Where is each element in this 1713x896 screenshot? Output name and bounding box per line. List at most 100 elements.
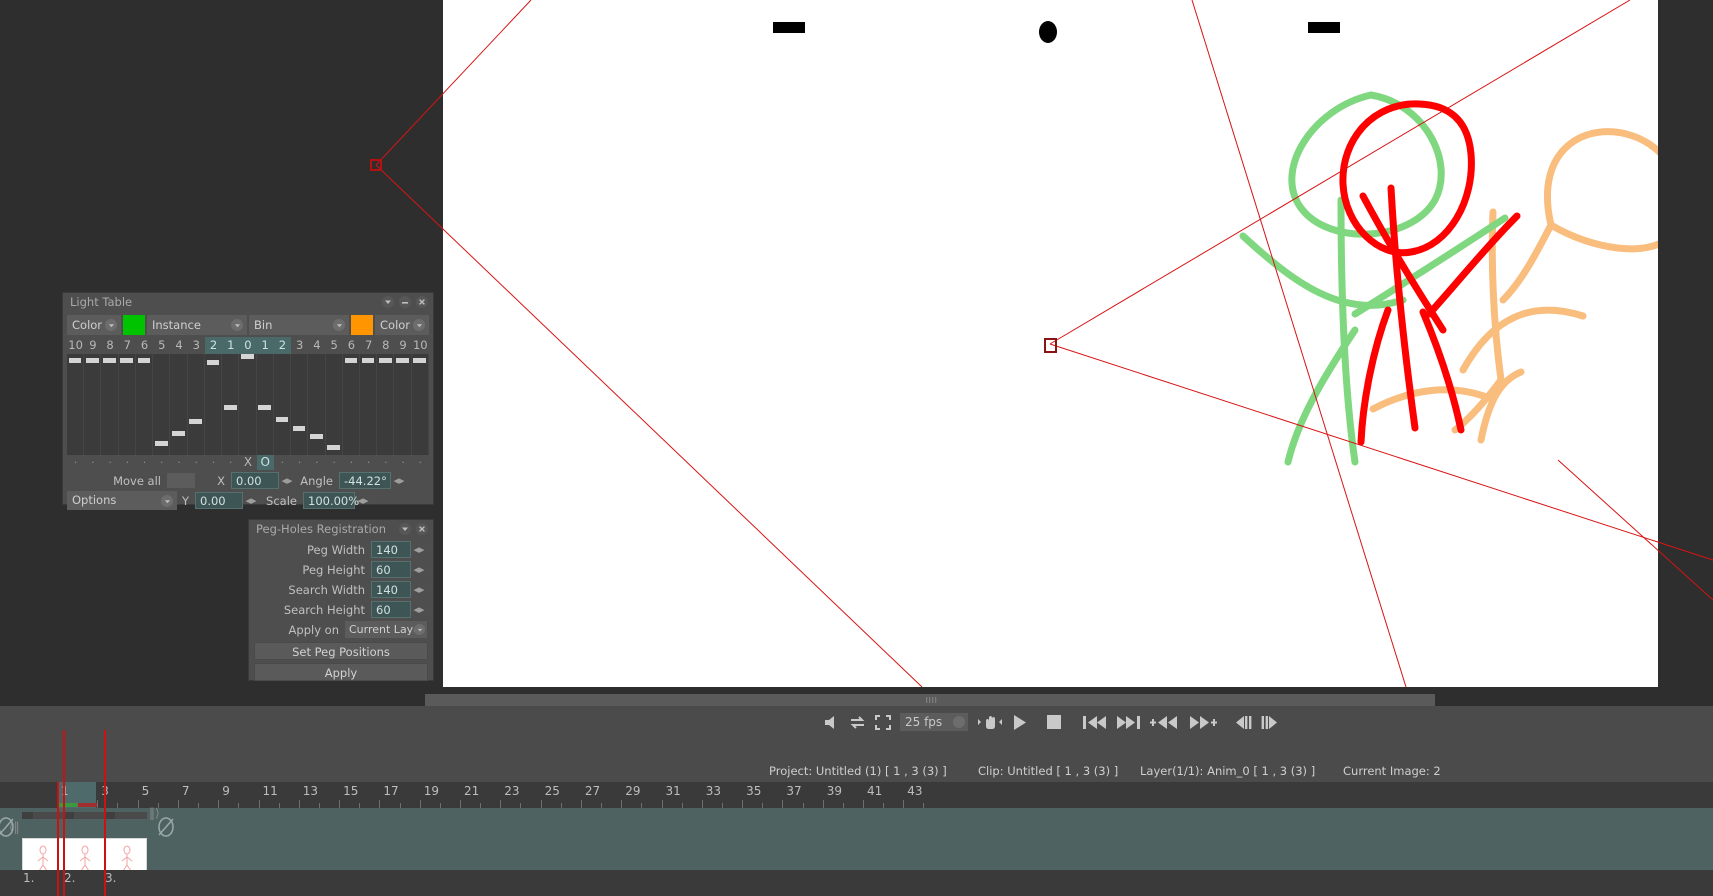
light-table-offset-6[interactable]: 4: [170, 337, 187, 354]
color-swatch-orange[interactable]: [351, 315, 373, 335]
light-table-dot-8[interactable]: ·: [205, 455, 222, 470]
light-table-dot-12[interactable]: ·: [274, 455, 291, 470]
light-table-slider-10[interactable]: [239, 354, 256, 455]
light-table-dot-1[interactable]: ·: [84, 455, 101, 470]
light-table-dot-15[interactable]: ·: [326, 455, 343, 470]
slider-handle[interactable]: [327, 444, 340, 450]
light-table-slider-6[interactable]: [170, 354, 187, 455]
fast-forward-plus-icon[interactable]: [1188, 715, 1218, 730]
light-table-offset-8[interactable]: 2: [204, 337, 223, 354]
timeline-panel[interactable]: 135791113151719212325272931333537394143 …: [0, 730, 1713, 896]
chevron-down-icon[interactable]: [161, 495, 173, 507]
light-table-slider-3[interactable]: [118, 354, 135, 455]
light-table-slider-5[interactable]: [153, 354, 170, 455]
peg-row-field[interactable]: 140: [371, 541, 411, 558]
light-table-slider-17[interactable]: [359, 354, 377, 455]
slider-handle[interactable]: [258, 404, 272, 410]
move-all-checkbox[interactable]: [167, 473, 195, 488]
scrollbar-grip-icon[interactable]: [925, 697, 939, 703]
light-table-offset-0[interactable]: 10: [67, 337, 84, 354]
light-table-offset-10[interactable]: 0: [239, 337, 257, 354]
light-table-offset-17[interactable]: 7: [360, 337, 377, 354]
playhead-frame-3[interactable]: [104, 730, 106, 896]
null-layer-icon[interactable]: [0, 816, 16, 838]
bin-dropdown[interactable]: Bin: [249, 315, 349, 335]
light-table-offset-15[interactable]: 5: [326, 337, 343, 354]
slider-handle[interactable]: [344, 358, 358, 364]
light-table-offset-20[interactable]: 10: [412, 337, 429, 354]
layer-strip-top-bar[interactable]: [22, 812, 147, 819]
skip-to-end-icon[interactable]: [1116, 715, 1140, 730]
set-peg-positions-button[interactable]: Set Peg Positions: [254, 642, 428, 660]
light-table-slider-7[interactable]: [187, 354, 204, 455]
peg-row-field[interactable]: 140: [371, 581, 411, 598]
angle-field[interactable]: -44.22°: [339, 472, 391, 489]
peg-row-field[interactable]: 60: [371, 601, 411, 618]
light-table-axis-X[interactable]: X: [239, 455, 256, 470]
light-table-offset-7[interactable]: 3: [188, 337, 205, 354]
light-table-offset-4[interactable]: 6: [136, 337, 153, 354]
light-table-offset-5[interactable]: 5: [153, 337, 170, 354]
light-table-offset-12[interactable]: 2: [273, 337, 292, 354]
light-table-dot-18[interactable]: ·: [377, 455, 394, 470]
color-swatch-green[interactable]: [123, 315, 145, 335]
light-table-dot-14[interactable]: ·: [308, 455, 325, 470]
skip-to-start-icon[interactable]: [1083, 715, 1107, 730]
light-table-offset-1[interactable]: 9: [84, 337, 101, 354]
slider-handle[interactable]: [154, 440, 168, 446]
light-table-offset-11[interactable]: 1: [256, 337, 274, 354]
peg-row-field[interactable]: 60: [371, 561, 411, 578]
light-table-dot-17[interactable]: ·: [360, 455, 377, 470]
slider-handle[interactable]: [120, 358, 134, 364]
slider-handle[interactable]: [86, 358, 99, 364]
peg-stepper-icon[interactable]: ◂▸: [411, 563, 427, 576]
slider-handle[interactable]: [172, 430, 185, 436]
light-table-slider-0[interactable]: [67, 354, 84, 455]
slider-handle[interactable]: [379, 358, 392, 364]
apply-on-dropdown[interactable]: Current Layer: [345, 621, 427, 638]
close-icon[interactable]: [416, 523, 428, 535]
light-table-offset-3[interactable]: 7: [119, 337, 136, 354]
light-table-dot-0[interactable]: ·: [67, 455, 84, 470]
chevron-down-icon[interactable]: [231, 319, 243, 331]
peg-stepper-icon[interactable]: ◂▸: [411, 543, 427, 556]
light-table-slider-11[interactable]: [256, 354, 273, 455]
light-table-offset-19[interactable]: 9: [394, 337, 411, 354]
color-dropdown-left[interactable]: Color: [67, 315, 121, 335]
light-table-dot-9[interactable]: ·: [222, 455, 239, 470]
light-table-slider-14[interactable]: [308, 354, 325, 455]
minimize-icon[interactable]: [399, 296, 411, 308]
close-icon[interactable]: [416, 296, 428, 308]
stop-icon[interactable]: [1046, 714, 1062, 730]
x-stepper-icon[interactable]: ◂▸: [279, 474, 295, 487]
null-layer-icon[interactable]: [156, 816, 176, 838]
light-table-slider-2[interactable]: [101, 354, 118, 455]
light-table-offset-14[interactable]: 4: [308, 337, 325, 354]
plus-rewind-icon[interactable]: [1149, 715, 1179, 730]
hand-icon[interactable]: [977, 714, 1003, 730]
playhead-frame-2[interactable]: [63, 730, 65, 896]
light-table-offset-2[interactable]: 8: [101, 337, 118, 354]
light-table-slider-16[interactable]: [342, 354, 359, 455]
options-dropdown[interactable]: Options: [67, 491, 177, 510]
light-table-slider-15[interactable]: [325, 354, 342, 455]
light-table-slider-20[interactable]: [411, 354, 428, 455]
slider-handle[interactable]: [137, 358, 151, 364]
timeline-progress-row[interactable]: 2: [0, 738, 1713, 761]
light-table-slider-18[interactable]: [377, 354, 394, 455]
peg-stepper-icon[interactable]: ◂▸: [411, 583, 427, 596]
slider-handle[interactable]: [396, 358, 409, 364]
slider-handle[interactable]: [189, 418, 203, 424]
light-table-axis-O[interactable]: O: [256, 455, 274, 470]
light-table-dot-2[interactable]: ·: [101, 455, 118, 470]
fullscreen-icon[interactable]: [875, 714, 891, 730]
scale-stepper-icon[interactable]: ◂▸: [355, 494, 371, 507]
frame-handle[interactable]: [22, 812, 33, 819]
light-table-dot-16[interactable]: ·: [343, 455, 360, 470]
light-table-frame-offsets[interactable]: 10 9 8 7 6 5 4 3 2 1 0 1 2 3 4 5 6 7 8 9 10: [67, 337, 429, 354]
light-table-slider-19[interactable]: [394, 354, 411, 455]
peg-stepper-icon[interactable]: ◂▸: [411, 603, 427, 616]
light-table-dot-4[interactable]: ·: [136, 455, 153, 470]
scale-field[interactable]: 100.00%: [303, 492, 359, 509]
light-table-opacity-sliders[interactable]: [67, 354, 429, 455]
